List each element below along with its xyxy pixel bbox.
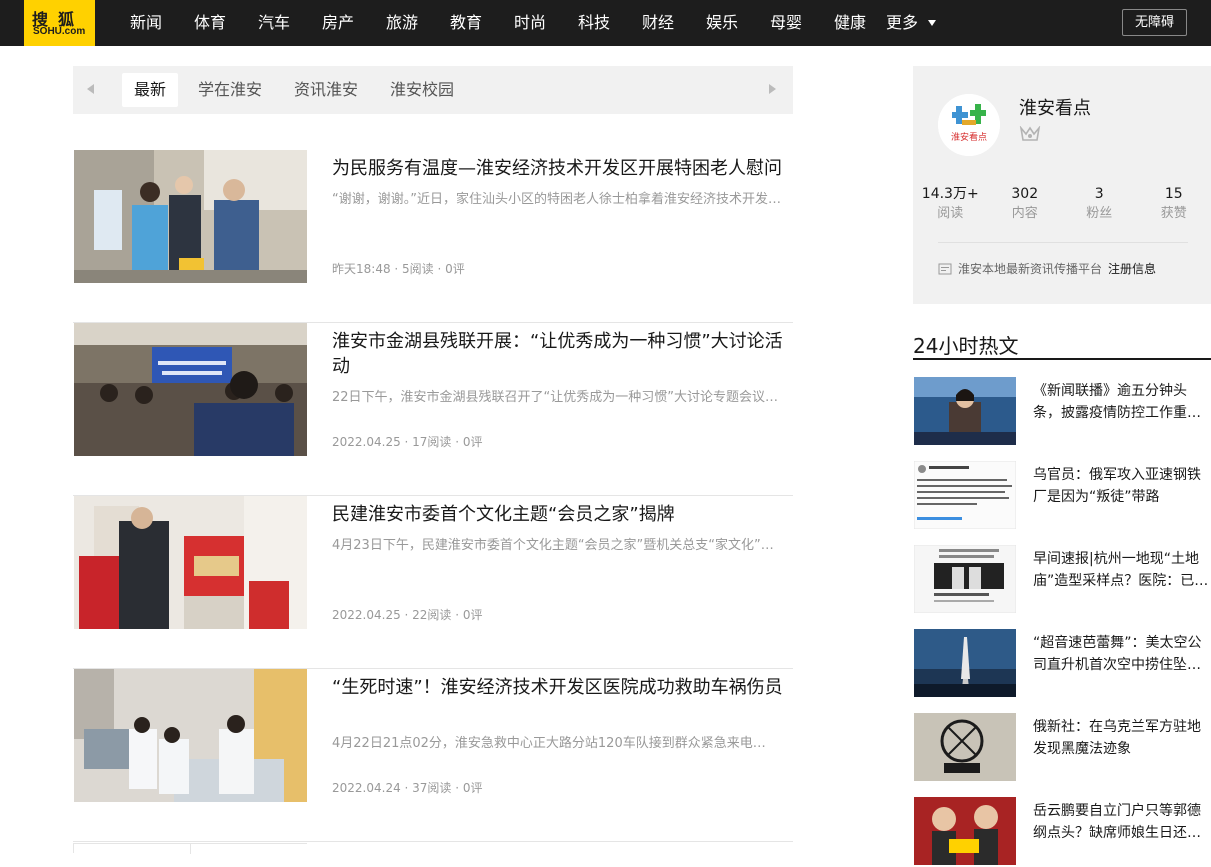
nav-item-education[interactable]: 教育 (434, 0, 498, 46)
top-nav-bar: 搜狐 SOHU.com 新闻 体育 汽车 房产 旅游 教育 时尚 科技 财经 娱… (0, 0, 1211, 46)
stat-likes: 15 获赞 (1137, 184, 1211, 224)
stat-value: 3 (1062, 184, 1137, 204)
nav-more-menu[interactable]: 更多 (886, 0, 936, 46)
author-profile-card: 淮安看点 淮安看点 14.3万+ 阅读 302 内容 3 粉丝 15 获赞 (913, 66, 1211, 304)
nav-item-entertainment[interactable]: 娱乐 (690, 0, 754, 46)
hot-article-thumbnail[interactable] (914, 713, 1016, 781)
stat-fans: 3 粉丝 (1062, 184, 1137, 224)
feed-item-meta: 2022.04.25 · 17阅读 · 0评 (332, 433, 483, 450)
hot-article-title[interactable]: 早间速报|杭州一地现“土地庙”造型采样点？医院：已… (1033, 548, 1211, 592)
feed-item-title[interactable]: “生死时速”！淮安经济技术开发区医院成功救助车祸伤员 (332, 675, 792, 700)
nav-item-fashion[interactable]: 时尚 (498, 0, 562, 46)
hot-article-item[interactable]: 乌官员：俄军攻入亚速钢铁厂是因为“叛徒”带路 (913, 461, 1211, 531)
channel-nav: 新闻 体育 汽车 房产 旅游 教育 时尚 科技 财经 娱乐 母婴 健康 更多 (114, 0, 936, 46)
document-icon (938, 263, 952, 275)
feed-item-meta: 2022.04.25 · 22阅读 · 0评 (332, 606, 483, 623)
hot-article-title[interactable]: 岳云鹏要自立门户只等郭德纲点头？缺席师娘生日还退… (1033, 800, 1211, 844)
hot-article-title[interactable]: 俄新社：在乌克兰军方驻地发现黑魔法迹象 (1033, 716, 1211, 760)
feed-item-thumbnail[interactable] (74, 323, 307, 456)
sohu-logo[interactable]: 搜狐 SOHU.com (24, 0, 95, 46)
hot-article-thumbnail[interactable] (914, 461, 1016, 529)
nav-more-label: 更多 (886, 0, 918, 46)
nav-item-finance[interactable]: 财经 (626, 0, 690, 46)
logo-en: SOHU.com (33, 26, 85, 37)
hot-articles-underline (913, 358, 1211, 360)
hot-article-item[interactable]: “超音速芭蕾舞”：美太空公司直升机首次空中捞住坠… (913, 629, 1211, 699)
feed-item[interactable]: 淮安市金湖县残联开展：“让优秀成为一种习惯”大讨论活动 22日下午，淮安市金湖县… (73, 323, 793, 496)
nav-item-baby[interactable]: 母婴 (754, 0, 818, 46)
hot-article-item[interactable]: 俄新社：在乌克兰军方驻地发现黑魔法迹象 (913, 713, 1211, 783)
hot-article-item[interactable]: 岳云鹏要自立门户只等郭德纲点头？缺席师娘生日还退… (913, 797, 1211, 867)
nav-item-health[interactable]: 健康 (818, 0, 882, 46)
hot-articles-heading: 24小时热文 (913, 330, 1018, 359)
author-stats: 14.3万+ 阅读 302 内容 3 粉丝 15 获赞 (913, 184, 1211, 224)
tab-campus-huaian[interactable]: 淮安校园 (378, 73, 466, 107)
hot-article-title[interactable]: 《新闻联播》逾五分钟头条，披露疫情防控工作重磅… (1033, 380, 1211, 424)
author-description: 淮安本地最新资讯传播平台 注册信息 (938, 260, 1156, 277)
author-name[interactable]: 淮安看点 (1019, 94, 1091, 120)
feed-item-title[interactable]: 淮安市金湖县残联开展：“让优秀成为一种习惯”大讨论活动 (332, 329, 792, 379)
feed-item-partial (73, 843, 307, 853)
feed-item-meta: 2022.04.24 · 37阅读 · 0评 (332, 779, 483, 796)
stat-value: 14.3万+ (913, 184, 988, 204)
nav-item-travel[interactable]: 旅游 (370, 0, 434, 46)
hot-article-thumbnail[interactable] (914, 377, 1016, 445)
author-level-badge-icon (1019, 126, 1041, 148)
tab-prev-arrow-icon[interactable] (87, 84, 94, 94)
profile-divider (938, 242, 1188, 243)
nav-item-news[interactable]: 新闻 (114, 0, 178, 46)
feed-item-summary: 4月23日下午，民建淮安市委首个文化主题“会员之家”暨机关总支“家文化”… (332, 536, 792, 556)
tab-next-arrow-icon[interactable] (769, 84, 776, 94)
feed-item-thumbnail[interactable] (74, 496, 307, 629)
hot-article-thumbnail[interactable] (914, 629, 1016, 697)
hot-article-title[interactable]: “超音速芭蕾舞”：美太空公司直升机首次空中捞住坠… (1033, 632, 1211, 676)
feed-item-thumbnail[interactable] (74, 150, 307, 283)
feed-item-summary: 4月22日21点02分，淮安急救中心正大路分站120车队接到群众紧急来电… (332, 734, 792, 754)
stat-label: 内容 (988, 204, 1063, 224)
stat-label: 粉丝 (1062, 204, 1137, 224)
stat-value: 15 (1137, 184, 1211, 204)
author-description-text: 淮安本地最新资讯传播平台 (958, 260, 1102, 277)
stat-reads: 14.3万+ 阅读 (913, 184, 988, 224)
stat-content: 302 内容 (988, 184, 1063, 224)
hot-article-item[interactable]: 早间速报|杭州一地现“土地庙”造型采样点？医院：已… (913, 545, 1211, 615)
channel-tabs: 最新 学在淮安 资讯淮安 淮安校园 (73, 66, 793, 114)
tab-latest[interactable]: 最新 (122, 73, 178, 107)
feed-item[interactable]: 为民服务有温度—淮安经济技术开发区开展特困老人慰问 “谢谢，谢谢。”近日，家住汕… (73, 150, 793, 323)
hot-article-thumbnail[interactable] (914, 545, 1016, 613)
feed-item-title[interactable]: 为民服务有温度—淮安经济技术开发区开展特困老人慰问 (332, 156, 792, 181)
hot-article-title[interactable]: 乌官员：俄军攻入亚速钢铁厂是因为“叛徒”带路 (1033, 464, 1211, 508)
caret-down-icon (928, 20, 936, 26)
feed-item-summary: “谢谢，谢谢。”近日，家住汕头小区的特困老人徐士柏拿着淮安经济技术开发区… (332, 190, 792, 210)
avatar-text: 淮安看点 (951, 131, 987, 143)
nav-item-house[interactable]: 房产 (306, 0, 370, 46)
feed-item-thumbnail[interactable] (74, 669, 307, 802)
author-avatar[interactable]: 淮安看点 (938, 94, 1000, 156)
nav-item-auto[interactable]: 汽车 (242, 0, 306, 46)
stat-value: 302 (988, 184, 1063, 204)
feed-item-meta: 昨天18:48 · 5阅读 · 0评 (332, 260, 465, 277)
feed-item[interactable]: “生死时速”！淮安经济技术开发区医院成功救助车祸伤员 4月22日21点02分，淮… (73, 669, 793, 842)
register-info-link[interactable]: 注册信息 (1108, 260, 1156, 277)
nav-item-tech[interactable]: 科技 (562, 0, 626, 46)
hot-article-thumbnail[interactable] (914, 797, 1016, 865)
feed-item-title[interactable]: 民建淮安市委首个文化主题“会员之家”揭牌 (332, 502, 792, 527)
stat-label: 获赞 (1137, 204, 1211, 224)
accessibility-button[interactable]: 无障碍 (1122, 9, 1187, 36)
nav-item-sports[interactable]: 体育 (178, 0, 242, 46)
feed-item-summary: 22日下午，淮安市金湖县残联召开了“让优秀成为一种习惯”大讨论专题会议… (332, 388, 792, 408)
hot-article-item[interactable]: 《新闻联播》逾五分钟头条，披露疫情防控工作重磅… (913, 377, 1211, 447)
tab-study-huaian[interactable]: 学在淮安 (186, 73, 274, 107)
stat-label: 阅读 (913, 204, 988, 224)
tab-news-huaian[interactable]: 资讯淮安 (282, 73, 370, 107)
feed-item[interactable]: 民建淮安市委首个文化主题“会员之家”揭牌 4月23日下午，民建淮安市委首个文化主… (73, 496, 793, 669)
